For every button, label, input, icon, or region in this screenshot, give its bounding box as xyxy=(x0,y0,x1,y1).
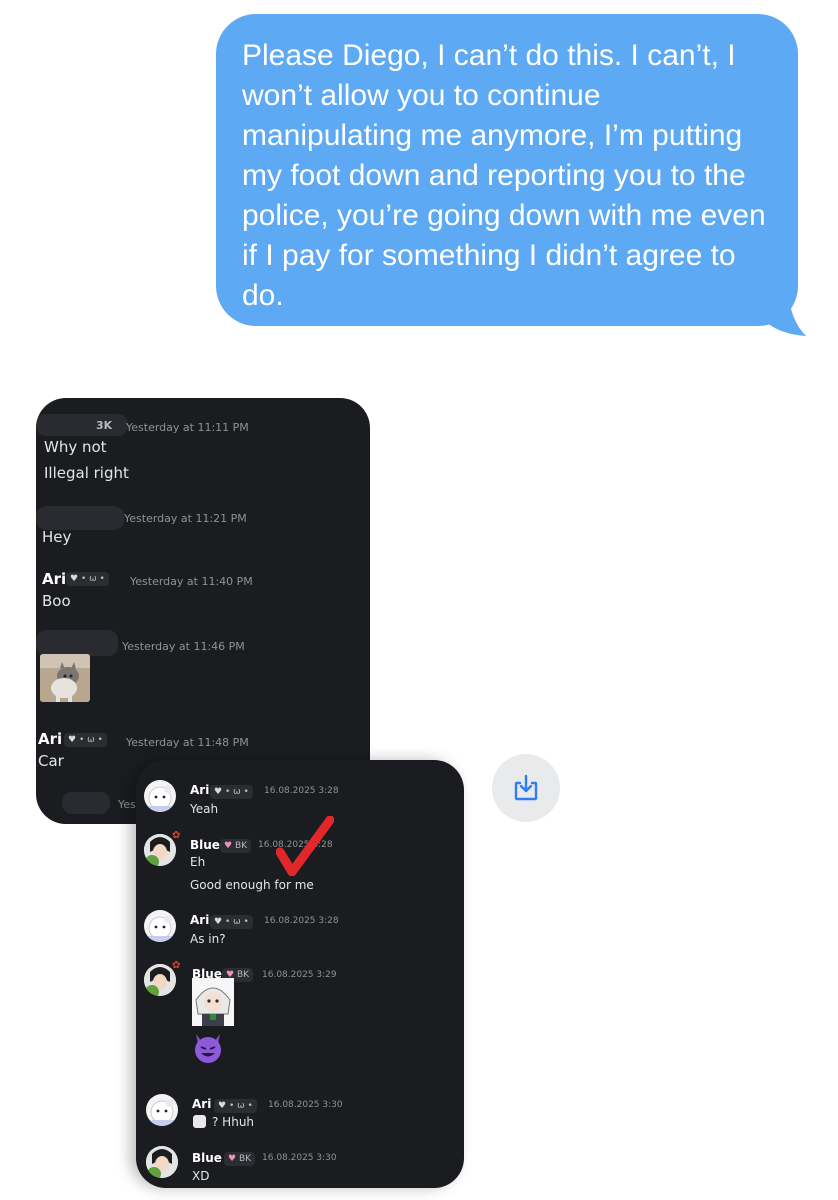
heart-icon: ♥ xyxy=(214,787,223,797)
cat-photo-attachment[interactable] xyxy=(40,654,90,702)
heart-icon: ♥ xyxy=(214,917,223,927)
message-timestamp: 16.08.2025 3:28 xyxy=(264,916,339,926)
username[interactable]: Ari xyxy=(192,1097,211,1111)
red-checkmark-annotation xyxy=(276,816,334,876)
message-timestamp: Yesterday at 11:21 PM xyxy=(124,512,247,525)
user-tag: ♥ BK xyxy=(220,839,252,853)
message-timestamp: Yesterday at 11:46 PM xyxy=(122,640,245,653)
message-text: Why not xyxy=(44,438,107,456)
message-timestamp-fragment: Yes xyxy=(118,798,136,811)
message-text: Hey xyxy=(42,528,72,546)
message-text: Eh xyxy=(190,855,206,869)
message-text: XD xyxy=(192,1169,210,1183)
avatar-ari[interactable] xyxy=(146,1094,178,1126)
message-text: As in? xyxy=(190,932,226,946)
message-text: ? Hhuh xyxy=(212,1115,255,1129)
anime-girl-sticker[interactable] xyxy=(192,978,234,1026)
avatar-ari[interactable] xyxy=(144,780,176,812)
username[interactable]: Blue xyxy=(192,1151,222,1165)
message-timestamp: 16.08.2025 3:29 xyxy=(262,970,337,980)
user-tag: ♥ • ω • xyxy=(66,572,109,586)
redacted-username xyxy=(36,414,128,436)
username[interactable]: Ari xyxy=(190,783,209,797)
heart-icon: ♥ xyxy=(218,1101,227,1111)
message-timestamp: Yesterday at 11:11 PM xyxy=(126,421,249,434)
message-text: Illegal right xyxy=(44,464,129,482)
pink-heart-icon: ♥ xyxy=(228,1154,237,1164)
username[interactable]: Ari xyxy=(38,730,62,748)
username[interactable]: Blue xyxy=(190,838,220,852)
hello-kitty-avatar-icon xyxy=(144,915,176,942)
bubble-tail xyxy=(758,290,806,336)
message-timestamp: 16.08.2025 3:28 xyxy=(264,786,339,796)
skull-emoji-icon xyxy=(193,1115,206,1128)
message-timestamp: 16.08.2025 3:30 xyxy=(268,1100,343,1110)
download-button[interactable] xyxy=(492,754,560,822)
user-tag: ♥ • ω • xyxy=(210,915,253,929)
username[interactable]: Ari xyxy=(190,913,209,927)
message-text: Yeah xyxy=(190,802,219,816)
cat-photo-image xyxy=(40,654,90,702)
hello-kitty-avatar-icon xyxy=(146,1099,178,1126)
download-icon xyxy=(514,774,538,801)
hello-kitty-avatar-icon xyxy=(144,785,176,812)
username-fragment: 3K xyxy=(96,419,113,432)
avatar-ari[interactable] xyxy=(144,910,176,942)
message-timestamp: Yesterday at 11:48 PM xyxy=(126,736,249,749)
heart-icon: ♥ xyxy=(68,735,77,745)
user-tag: ♥ • ω • xyxy=(210,785,253,799)
redacted-username xyxy=(62,792,110,814)
user-tag: ♥ BK xyxy=(224,1152,256,1166)
anime-character-avatar-icon xyxy=(146,1146,178,1178)
outgoing-message-bubble[interactable]: Please Diego, I can’t do this. I can’t, … xyxy=(216,14,798,326)
message-timestamp: 16.08.2025 3:30 xyxy=(262,1153,337,1163)
heart-icon: ♥ xyxy=(70,574,79,584)
outgoing-message-text: Please Diego, I can’t do this. I can’t, … xyxy=(242,39,766,312)
redacted-username xyxy=(36,506,124,530)
redacted-username xyxy=(36,630,118,656)
message-timestamp: Yesterday at 11:40 PM xyxy=(130,575,253,588)
avatar-blue[interactable] xyxy=(146,1146,178,1178)
message-text: Car xyxy=(38,752,64,770)
message-text: Good enough for me xyxy=(190,878,314,892)
flower-icon: ✿ xyxy=(172,830,181,841)
discord-screenshot-2[interactable]: Ari ♥ • ω • 16.08.2025 3:28 Yeah ✿ Blue … xyxy=(136,760,464,1188)
user-tag: ♥ • ω • xyxy=(214,1099,257,1113)
user-tag: ♥ • ω • xyxy=(64,733,107,747)
flower-icon: ✿ xyxy=(172,960,181,971)
username[interactable]: Ari xyxy=(42,570,66,588)
smiling-devil-emoji-icon xyxy=(195,1034,221,1063)
pink-heart-icon: ♥ xyxy=(224,841,233,851)
message-text: Boo xyxy=(42,592,71,610)
